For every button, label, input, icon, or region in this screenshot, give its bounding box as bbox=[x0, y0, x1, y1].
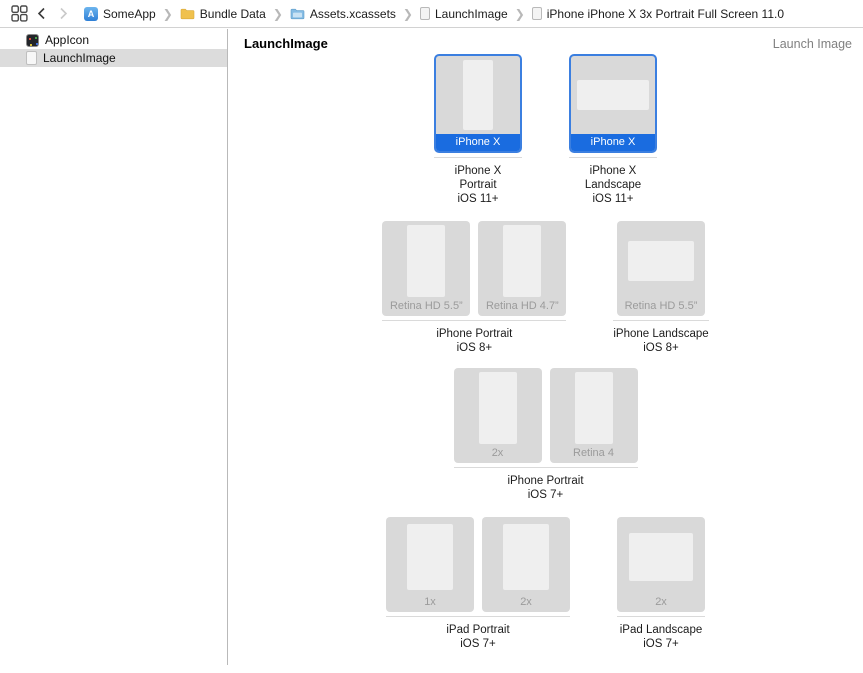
well-row-ios7-ipad: 1x 2x iPad Portrait iOS 7+ 2x iPad Lands… bbox=[228, 517, 863, 651]
asset-type-label: Launch Image bbox=[772, 37, 852, 51]
breadcrumb-label: LaunchImage bbox=[434, 6, 508, 21]
breadcrumb-item-image-slot[interactable]: iPhone iPhone X 3x Portrait Full Screen … bbox=[530, 7, 786, 21]
breadcrumb-item-launchimage[interactable]: LaunchImage bbox=[418, 7, 510, 21]
chevron-separator-icon: ❯ bbox=[272, 6, 283, 21]
group-separator bbox=[453, 467, 638, 468]
launch-image-well-retina-hd-47-portrait[interactable]: Retina HD 4.7” bbox=[478, 221, 567, 316]
appicon-asset-icon bbox=[26, 33, 39, 47]
app-icon: A bbox=[84, 6, 98, 21]
grid-view-icon[interactable] bbox=[8, 3, 30, 25]
group-caption: iPhone Landscape iOS 8+ bbox=[613, 328, 709, 354]
xcode-asset-catalog-window: A SomeApp ❯ Bundle Data ❯ Assets.xcasset… bbox=[0, 0, 863, 673]
group-iphonex-portrait: iPhone X iPhone X Portrait iOS 11+ bbox=[416, 54, 540, 206]
breadcrumb-item-project[interactable]: A SomeApp bbox=[82, 6, 158, 21]
well-row-ios7-iphone: 2x Retina 4 iPhone Portrait iOS 7+ bbox=[228, 368, 863, 502]
group-caption: iPhone Portrait iOS 7+ bbox=[507, 475, 584, 501]
well-scale-label: Retina HD 5.5” bbox=[389, 300, 463, 312]
breadcrumb-item-asset-catalog[interactable]: Assets.xcassets bbox=[288, 7, 398, 21]
well-row-iphonex: iPhone X iPhone X Portrait iOS 11+ iPhone … bbox=[228, 54, 863, 206]
launch-image-well-iphonex-portrait[interactable]: iPhone X bbox=[434, 54, 522, 153]
launch-image-well-iphonex-landscape[interactable]: iPhone X bbox=[569, 54, 657, 153]
document-icon bbox=[419, 7, 430, 20]
group-caption: iPhone X Portrait iOS 11+ bbox=[454, 165, 502, 205]
group-iphone-landscape-ios8: Retina HD 5.5” iPhone Landscape iOS 8+ bbox=[595, 221, 726, 355]
launch-image-well-2x-portrait[interactable]: 2x bbox=[453, 368, 542, 463]
editor-header: LaunchImage Launch Image bbox=[244, 36, 852, 51]
well-scale-label: Retina HD 5.5” bbox=[624, 300, 698, 312]
page-title: LaunchImage bbox=[244, 36, 328, 51]
image-placeholder bbox=[478, 371, 517, 444]
group-iphone-portrait-ios8: Retina HD 5.5” Retina HD 4.7” iPhone Por… bbox=[364, 221, 584, 355]
breadcrumb-item-group[interactable]: Bundle Data bbox=[178, 7, 268, 21]
launch-image-well-ipad-1x-portrait[interactable]: 1x bbox=[386, 517, 474, 612]
group-separator bbox=[386, 616, 570, 617]
folder-icon bbox=[180, 8, 195, 19]
chevron-separator-icon: ❯ bbox=[514, 6, 525, 21]
launch-image-well-retina-hd-55-portrait[interactable]: Retina HD 5.5” bbox=[382, 221, 471, 316]
chevron-separator-icon: ❯ bbox=[402, 6, 413, 21]
image-placeholder bbox=[577, 80, 649, 110]
well-scale-label: Retina HD 4.7” bbox=[485, 300, 559, 312]
launchimage-asset-icon bbox=[26, 51, 37, 65]
group-separator bbox=[617, 616, 705, 617]
well-scale-label: 2x bbox=[520, 596, 532, 608]
well-device-badge: iPhone X bbox=[571, 134, 655, 151]
sidebar-item-label: LaunchImage bbox=[43, 51, 116, 65]
breadcrumb-label: Assets.xcassets bbox=[309, 6, 396, 21]
chevron-separator-icon: ❯ bbox=[162, 6, 173, 21]
launchimage-editor: LaunchImage Launch Image iPhone X iPhone… bbox=[228, 29, 863, 673]
jump-bar: A SomeApp ❯ Bundle Data ❯ Assets.xcasset… bbox=[0, 0, 863, 28]
launch-image-well-retina4-portrait[interactable]: Retina 4 bbox=[549, 368, 638, 463]
sidebar-item-launchimage[interactable]: LaunchImage bbox=[0, 49, 227, 67]
forward-chevron-icon[interactable] bbox=[52, 3, 74, 25]
group-caption: iPad Landscape iOS 7+ bbox=[619, 624, 703, 650]
asset-list-sidebar: AppIcon LaunchImage bbox=[0, 29, 227, 673]
back-chevron-icon[interactable] bbox=[30, 3, 52, 25]
image-placeholder bbox=[574, 371, 613, 444]
breadcrumb: A SomeApp ❯ Bundle Data ❯ Assets.xcasset… bbox=[82, 6, 786, 21]
well-scale-label: 1x bbox=[424, 596, 436, 608]
group-ipad-landscape-ios7: 2x iPad Landscape iOS 7+ bbox=[599, 517, 723, 651]
group-iphonex-landscape: iPhone X iPhone X Landscape iOS 11+ bbox=[551, 54, 675, 206]
group-caption: iPhone X Landscape iOS 11+ bbox=[584, 165, 642, 205]
breadcrumb-label: SomeApp bbox=[103, 6, 156, 21]
well-row-ios8: Retina HD 5.5” Retina HD 4.7” iPhone Por… bbox=[228, 221, 863, 355]
launch-image-well-ipad-2x-landscape[interactable]: 2x bbox=[617, 517, 705, 612]
group-caption: iPad Portrait iOS 7+ bbox=[446, 624, 510, 650]
image-placeholder bbox=[503, 224, 542, 297]
group-separator bbox=[382, 320, 567, 321]
launch-image-well-ipad-2x-portrait[interactable]: 2x bbox=[482, 517, 570, 612]
breadcrumb-label: Bundle Data bbox=[199, 6, 266, 21]
group-iphone-portrait-ios7: 2x Retina 4 iPhone Portrait iOS 7+ bbox=[436, 368, 656, 502]
well-device-badge: iPhone X bbox=[436, 134, 520, 151]
group-separator bbox=[434, 157, 522, 158]
group-separator bbox=[569, 157, 657, 158]
sidebar-item-label: AppIcon bbox=[45, 33, 90, 47]
document-icon bbox=[531, 7, 542, 20]
image-placeholder bbox=[503, 523, 549, 590]
breadcrumb-label: iPhone iPhone X 3x Portrait Full Screen … bbox=[546, 6, 785, 21]
group-caption: iPhone Portrait iOS 8+ bbox=[436, 328, 513, 354]
image-placeholder bbox=[629, 532, 693, 581]
xcassets-folder-icon bbox=[290, 8, 305, 19]
group-ipad-portrait-ios7: 1x 2x iPad Portrait iOS 7+ bbox=[368, 517, 588, 651]
sidebar-item-appicon[interactable]: AppIcon bbox=[0, 31, 227, 49]
well-scale-label: Retina 4 bbox=[573, 447, 614, 459]
image-placeholder bbox=[407, 523, 453, 590]
well-scale-label: 2x bbox=[491, 447, 504, 459]
image-placeholder bbox=[463, 60, 493, 130]
image-placeholder bbox=[407, 224, 446, 297]
well-scale-label: 2x bbox=[655, 596, 667, 608]
launch-image-well-retina-hd-55-landscape[interactable]: Retina HD 5.5” bbox=[617, 221, 705, 316]
group-separator bbox=[613, 320, 709, 321]
image-placeholder bbox=[628, 240, 694, 281]
